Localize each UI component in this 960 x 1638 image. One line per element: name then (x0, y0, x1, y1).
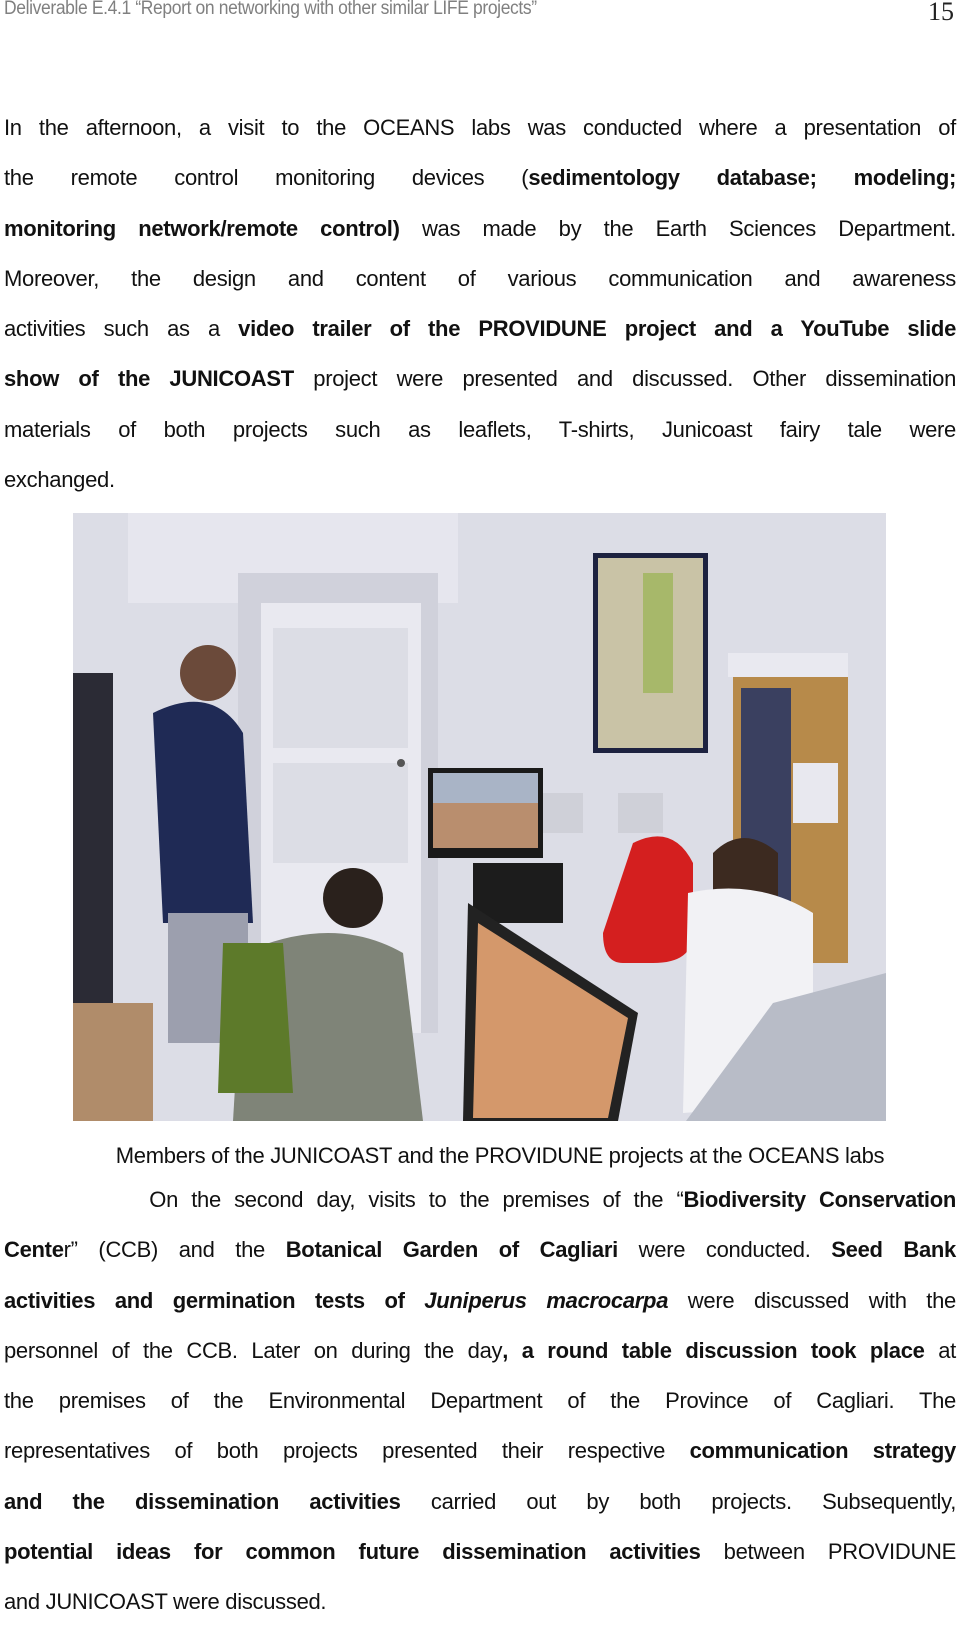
page-header: Deliverable E.4.1 “Report on networking … (4, 0, 956, 28)
bold-text: Juniperus macrocarpa (424, 1287, 669, 1313)
text-line: the premises of the Environmental Depart… (4, 1376, 956, 1426)
document-title: Deliverable E.4.1 “Report on networking … (4, 0, 537, 19)
bold-text: and the dissemination activities (4, 1488, 401, 1514)
text-run: at (924, 1337, 956, 1363)
text-run: On the second day, visits to the premise… (4, 1187, 684, 1212)
bold-text: sedimentology database; modeling; (528, 165, 956, 191)
text-run: was made by the Earth Sciences Departmen… (399, 215, 956, 241)
text-run: exchanged. (4, 467, 115, 493)
bold-text: monitoring network/remote control) (4, 215, 400, 241)
lab-photo-illustration (73, 513, 886, 1121)
text-run: were conducted. (617, 1237, 832, 1263)
text-line: exchanged. (4, 455, 956, 505)
bold-text: Cente (4, 1237, 64, 1263)
bold-text: activities and germination tests of (4, 1287, 425, 1313)
text-run: between PROVIDUNE (700, 1539, 957, 1565)
text-line: and the dissemination activities carried… (4, 1477, 956, 1527)
text-line: activities such as a video trailer of th… (4, 304, 956, 354)
paragraph-oceans-visit: In the afternoon, a visit to the OCEANS … (4, 103, 956, 505)
text-run: were discussed with the (668, 1287, 957, 1313)
bold-text: Biodiversity Conservation (683, 1187, 956, 1212)
text-line: personnel of the CCB. Later on during th… (4, 1326, 956, 1376)
text-run: and JUNICOAST were discussed. (4, 1589, 327, 1615)
bold-text: communication strategy (689, 1438, 957, 1464)
text-run: project were presented and discussed. Ot… (293, 366, 957, 392)
text-run: carried out by both projects. Subsequent… (400, 1488, 957, 1514)
text-run: Moreover, the design and content of vari… (4, 265, 956, 291)
text-line: monitoring network/remote control) was m… (4, 204, 956, 254)
text-run: r” (CCB) and the (63, 1237, 286, 1263)
bold-text: video trailer of the PROVIDUNE project a… (238, 316, 957, 342)
text-line: On the second day, visits to the premise… (4, 1175, 956, 1225)
bold-text: , a round table discussion took place (502, 1337, 925, 1363)
text-run: materials of both projects such as leafl… (4, 416, 956, 442)
bold-text: potential ideas for common future dissem… (4, 1539, 701, 1565)
text-line: representatives of both projects present… (4, 1426, 956, 1476)
figure-caption: Members of the JUNICOAST and the PROVIDU… (115, 1143, 885, 1168)
text-run: the premises of the Environmental Depart… (4, 1388, 956, 1414)
text-line: Moreover, the design and content of vari… (4, 254, 956, 304)
bold-text: Seed Bank (831, 1237, 956, 1263)
text-line: and JUNICOAST were discussed. (4, 1577, 956, 1627)
text-run: In the afternoon, a visit to the OCEANS … (4, 115, 956, 140)
text-run: the remote control monitoring devices ( (4, 165, 529, 191)
page-number: 15 (928, 0, 954, 26)
text-run: personnel of the CCB. Later on during th… (4, 1337, 503, 1363)
text-run: activities such as a (4, 316, 239, 342)
text-line: potential ideas for common future dissem… (4, 1527, 956, 1577)
text-line: activities and germination tests of Juni… (4, 1276, 956, 1326)
text-line: materials of both projects such as leafl… (4, 405, 956, 455)
text-line: the remote control monitoring devices (s… (4, 153, 956, 203)
bold-text: show of the JUNICOAST (4, 366, 294, 392)
text-line: In the afternoon, a visit to the OCEANS … (4, 103, 956, 153)
bold-text: Botanical Garden of Cagliari (285, 1237, 619, 1263)
text-line: show of the JUNICOAST project were prese… (4, 354, 956, 404)
text-run: representatives of both projects present… (4, 1438, 690, 1464)
paragraph-second-day: On the second day, visits to the premise… (4, 1175, 956, 1628)
person-standing (153, 701, 253, 923)
lab-photo (73, 513, 886, 1121)
text-line: Center” (CCB) and the Botanical Garden o… (4, 1225, 956, 1275)
